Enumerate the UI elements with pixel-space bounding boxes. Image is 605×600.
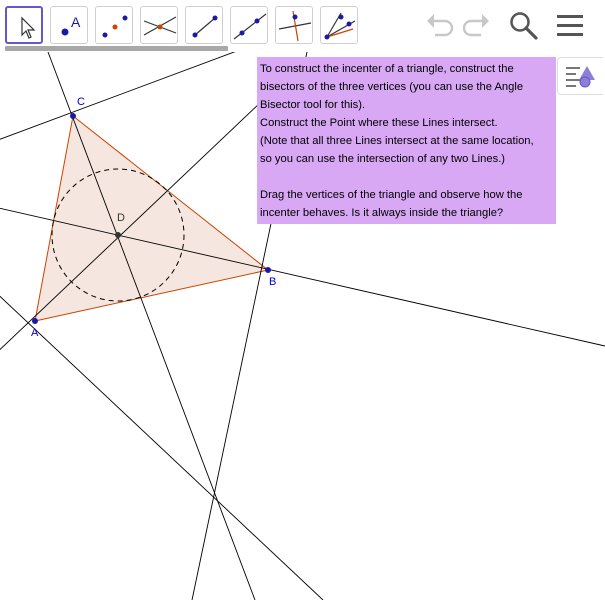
redo-icon	[462, 14, 489, 37]
point-tool-button[interactable]: A	[50, 6, 88, 44]
perpendicular-line-icon	[278, 10, 312, 42]
redo-button[interactable]	[459, 8, 493, 42]
point-b[interactable]	[265, 267, 271, 273]
segment-tool-button[interactable]	[185, 6, 223, 44]
move-tool-button[interactable]	[5, 6, 43, 44]
instruction-line: To construct the incenter of a triangle,…	[260, 63, 514, 75]
bisector-from-c[interactable]	[47, 52, 256, 600]
svg-text:A: A	[71, 14, 81, 30]
angle-bisector-tool-button[interactable]	[320, 6, 358, 44]
instruction-line: Construct the Point where these Lines in…	[260, 117, 498, 129]
point-b-label: B	[269, 276, 277, 288]
point-on-object-icon	[102, 15, 128, 38]
cursor-arrow-icon	[21, 16, 36, 39]
instruction-line: so you can use the intersection of any t…	[260, 153, 506, 165]
angle-bisector-icon	[324, 12, 356, 40]
point-on-object-tool-button[interactable]	[95, 6, 133, 44]
menu-button[interactable]	[553, 8, 587, 42]
line-through-a[interactable]	[0, 287, 324, 600]
intersect-icon	[143, 16, 177, 36]
point-a[interactable]	[32, 318, 38, 324]
menu-icon	[557, 15, 583, 36]
instruction-line: Drag the vertices of the triangle and ob…	[260, 189, 523, 201]
instruction-line: bisectors of the three vertices (you can…	[260, 81, 524, 93]
algebra-view-toggle[interactable]	[557, 57, 603, 95]
triangle-abc[interactable]	[34, 115, 270, 322]
point-icon: A	[61, 14, 81, 36]
line-tool-button[interactable]	[230, 6, 268, 44]
intersect-tool-button[interactable]	[140, 6, 178, 44]
instruction-line: (Note that all three Lines intersect at …	[260, 135, 534, 147]
instruction-line: incenter behaves. Is it always inside th…	[260, 207, 504, 219]
instruction-line-blank	[260, 168, 553, 186]
undo-icon	[427, 14, 454, 37]
toolbar: A	[0, 0, 605, 52]
point-d-incenter[interactable]	[115, 232, 121, 238]
point-c[interactable]	[70, 113, 76, 119]
algebra-view-icon	[566, 66, 595, 88]
instruction-line: Bisector tool for this).	[260, 99, 366, 111]
instructions-textbox[interactable]: To construct the incenter of a triangle,…	[257, 57, 556, 224]
search-icon	[510, 12, 538, 40]
point-d-label: D	[117, 212, 125, 224]
segment-icon	[192, 15, 218, 38]
point-c-label: C	[77, 96, 85, 108]
line-icon	[233, 13, 267, 40]
search-button[interactable]	[506, 8, 540, 42]
point-a-label: A	[31, 327, 39, 339]
perpendicular-line-tool-button[interactable]	[275, 6, 313, 44]
toolbar-scrollbar[interactable]	[5, 46, 228, 51]
undo-button[interactable]	[423, 8, 457, 42]
